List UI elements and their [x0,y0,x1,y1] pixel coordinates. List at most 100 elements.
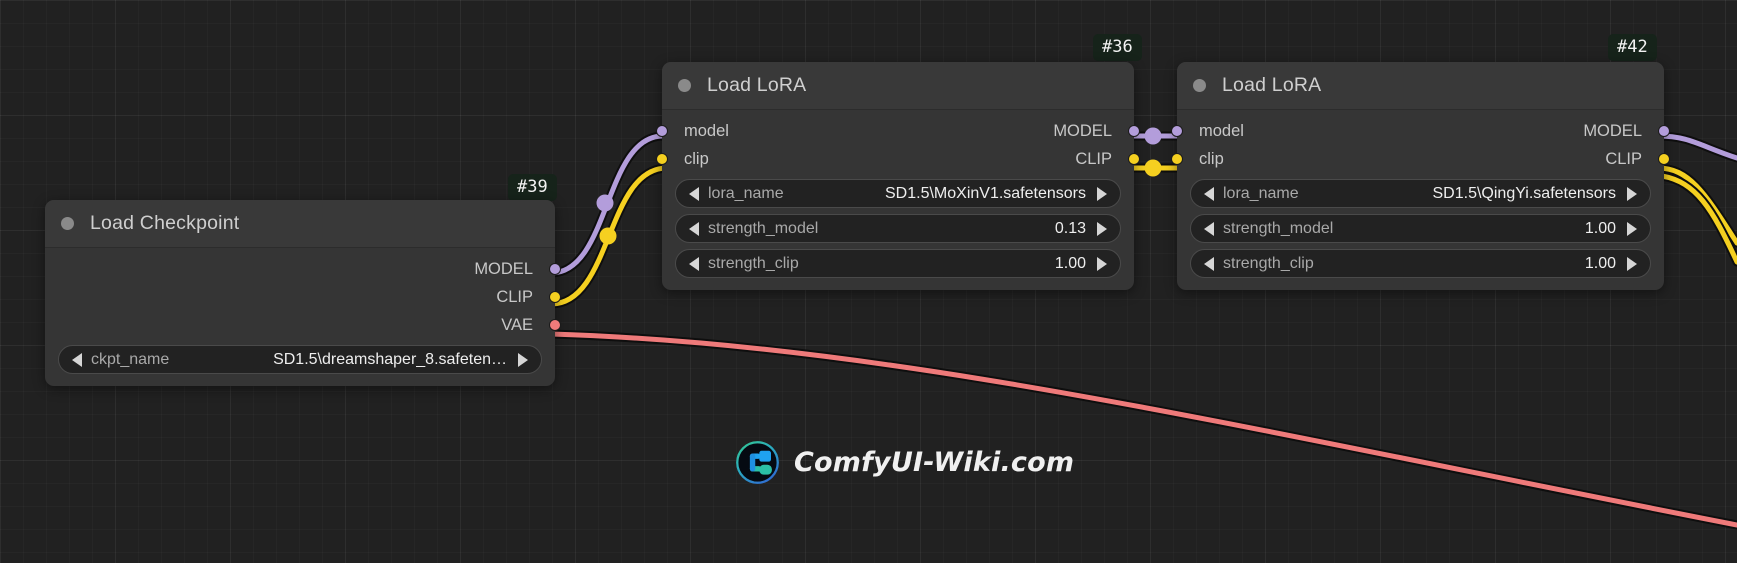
widget-list: lora_name SD1.5\MoXinV1.safetensors stre… [662,179,1134,278]
output-slot-dot-model[interactable] [1658,125,1670,137]
output-slot-model[interactable]: MODEL [45,255,561,283]
wire-midpoint-dot[interactable] [1144,127,1162,145]
decrement-arrow-icon[interactable] [1204,221,1214,236]
widget-strength-clip[interactable]: strength_clip 1.00 [675,249,1121,278]
widget-label: strength_clip [708,254,799,272]
decrement-arrow-icon[interactable] [689,221,699,236]
node-id-badge-36: #36 [1093,34,1142,62]
output-slot-label: MODEL [1583,121,1642,140]
widget-value[interactable]: SD1.5\dreamshaper_8.safeten… [273,351,507,369]
node-load-checkpoint[interactable]: Load Checkpoint MODEL CLIP VAE ckpt_name… [45,200,561,386]
increment-arrow-icon[interactable] [1097,221,1107,236]
output-slot-dot-model[interactable] [1128,125,1140,137]
wire-vae-ckpt-out [548,331,1737,528]
increment-arrow-icon[interactable] [1097,256,1107,271]
node-id-badge-42: #42 [1608,34,1657,62]
comfyui-wiki-logo-icon [736,441,779,484]
widget-list: ckpt_name SD1.5\dreamshaper_8.safeten… [45,345,555,374]
widget-strength-clip[interactable]: strength_clip 1.00 [1190,249,1651,278]
wire-midpoint-dot[interactable] [596,194,614,212]
node-title: Load LoRA [707,74,807,96]
widget-label: lora_name [708,184,784,202]
widget-label: lora_name [1223,184,1299,202]
node-body: model MODEL clip CLIP lora_name SD1.5\Qi… [1171,110,1670,290]
input-slot-label: model [684,121,729,140]
output-slot-label: CLIP [496,287,533,306]
input-slot-clip[interactable]: clip CLIP [656,145,1140,173]
output-slot-vae[interactable]: VAE [45,311,561,339]
input-slot-label: model [1199,121,1244,140]
collapse-dot-icon[interactable] [61,217,74,230]
widget-value[interactable]: SD1.5\MoXinV1.safetensors [885,185,1086,203]
node-load-lora-1[interactable]: Load LoRA model MODEL clip CLIP lora_nam… [656,62,1140,290]
input-slot-label: clip [684,149,709,168]
decrement-arrow-icon[interactable] [689,256,699,271]
output-slot-dot-clip[interactable] [1128,153,1140,165]
widget-value[interactable]: 0.13 [1055,220,1086,238]
node-header[interactable]: Load LoRA [1177,62,1664,110]
output-slot-label: MODEL [474,259,533,278]
increment-arrow-icon[interactable] [1627,186,1637,201]
decrement-arrow-icon[interactable] [689,186,699,201]
widget-label: strength_model [708,219,819,237]
wire-shadow-model-3 [1653,131,1737,163]
widget-list: lora_name SD1.5\QingYi.safetensors stren… [1177,179,1664,278]
wire-clip-lora42-out-a [1655,165,1737,246]
node-body: model MODEL clip CLIP lora_name SD1.5\Mo… [656,110,1140,290]
widget-label: strength_clip [1223,254,1314,272]
comfyui-graph-canvas[interactable]: #39 Load Checkpoint MODEL CLIP VAE ckpt_… [0,0,1737,563]
increment-arrow-icon[interactable] [518,352,528,367]
decrement-arrow-icon[interactable] [1204,186,1214,201]
increment-arrow-icon[interactable] [1627,221,1637,236]
wire-midpoint-dot[interactable] [599,227,617,245]
output-slot-label: VAE [501,315,533,334]
increment-arrow-icon[interactable] [1097,186,1107,201]
decrement-arrow-icon[interactable] [1204,256,1214,271]
node-load-lora-2[interactable]: Load LoRA model MODEL clip CLIP lora_nam… [1171,62,1670,290]
wire-shadow-vae [546,329,1737,530]
output-slot-label: CLIP [1605,149,1642,168]
widget-value[interactable]: 1.00 [1585,255,1616,273]
input-slot-clip[interactable]: clip CLIP [1171,145,1670,173]
widget-strength-model[interactable]: strength_model 0.13 [675,214,1121,243]
input-slot-dot-clip[interactable] [1171,153,1183,165]
increment-arrow-icon[interactable] [1627,256,1637,271]
wire-midpoint-dot[interactable] [1144,159,1162,177]
input-slot-label: clip [1199,149,1224,168]
output-slot-label: MODEL [1053,121,1112,140]
output-slot-clip[interactable]: CLIP [45,283,561,311]
widget-strength-model[interactable]: strength_model 1.00 [1190,214,1651,243]
widget-value[interactable]: 1.00 [1585,220,1616,238]
input-slot-model[interactable]: model MODEL [1171,117,1670,145]
widget-label: strength_model [1223,219,1334,237]
decrement-arrow-icon[interactable] [72,352,82,367]
wire-clip-lora42-out-b [1659,173,1737,265]
input-slot-dot-model[interactable] [656,125,668,137]
output-slot-label: CLIP [1075,149,1112,168]
watermark-text: ComfyUI-Wiki.com [794,447,1075,478]
node-title: Load LoRA [1222,74,1322,96]
node-id-badge-39: #39 [508,174,557,202]
node-title: Load Checkpoint [90,212,240,234]
output-slot-dot-vae[interactable] [549,319,561,331]
widget-label: ckpt_name [91,350,170,368]
collapse-dot-icon[interactable] [678,79,691,92]
widget-ckpt-name[interactable]: ckpt_name SD1.5\dreamshaper_8.safeten… [58,345,542,374]
wire-model-lora42-out [1655,133,1737,161]
node-header[interactable]: Load LoRA [662,62,1134,110]
widget-value[interactable]: SD1.5\QingYi.safetensors [1433,185,1617,203]
input-slot-dot-model[interactable] [1171,125,1183,137]
widget-value[interactable]: 1.00 [1055,255,1086,273]
widget-lora-name[interactable]: lora_name SD1.5\MoXinV1.safetensors [675,179,1121,208]
input-slot-dot-clip[interactable] [656,153,668,165]
wire-shadow-model-1 [546,131,668,278]
output-slot-dot-model[interactable] [549,263,561,275]
input-slot-model[interactable]: model MODEL [656,117,1140,145]
output-slot-dot-clip[interactable] [1658,153,1670,165]
collapse-dot-icon[interactable] [1193,79,1206,92]
widget-lora-name[interactable]: lora_name SD1.5\QingYi.safetensors [1190,179,1651,208]
node-body: MODEL CLIP VAE ckpt_name SD1.5\dreamshap… [45,248,561,386]
output-slot-dot-clip[interactable] [549,291,561,303]
wire-shadow-clip-3b [1657,171,1737,267]
node-header[interactable]: Load Checkpoint [45,200,555,248]
